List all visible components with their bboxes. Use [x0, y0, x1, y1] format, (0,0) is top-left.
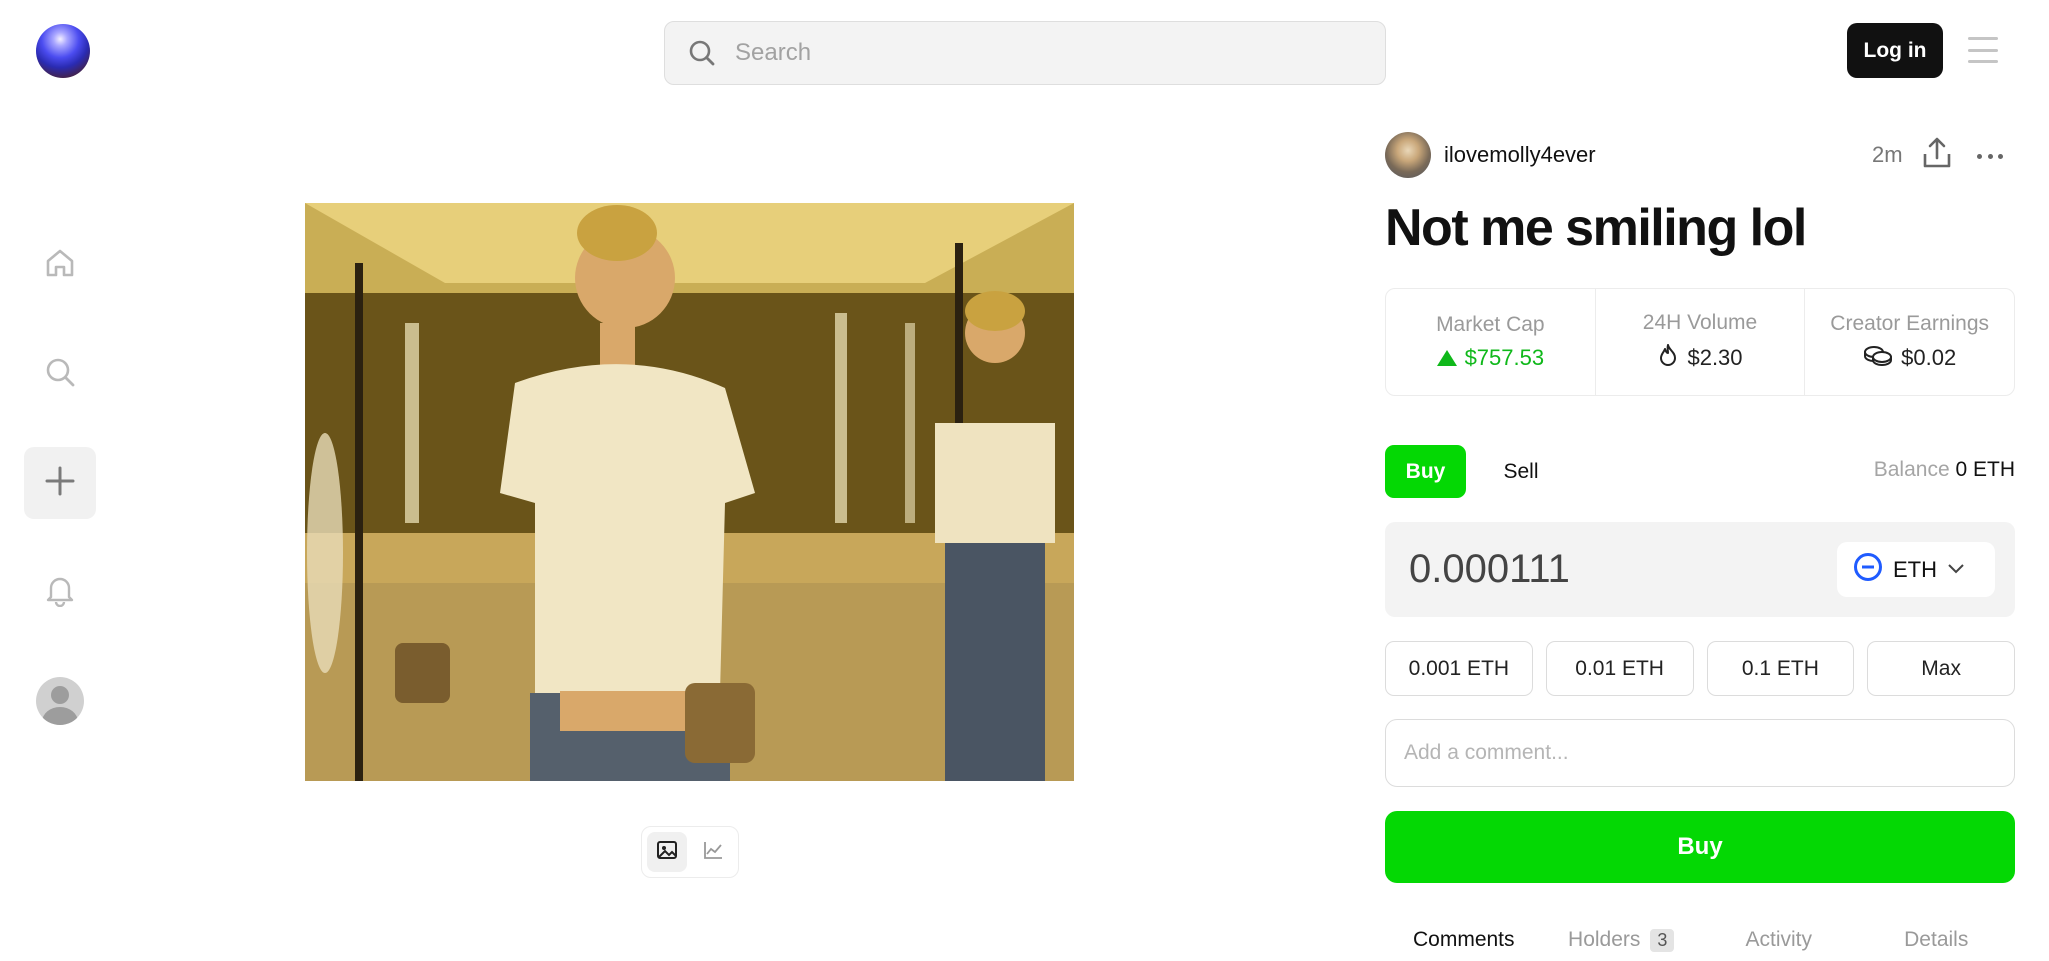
tab-label: Activity — [1745, 928, 1812, 951]
max-button[interactable]: Max — [1867, 641, 2015, 696]
token-select[interactable]: ETH — [1837, 542, 1995, 597]
more-options-icon[interactable] — [1973, 141, 2007, 171]
volume-value: $2.30 — [1687, 345, 1743, 370]
share-icon[interactable] — [1921, 136, 1953, 170]
tab-label: Details — [1904, 928, 1969, 951]
flame-icon — [1657, 343, 1679, 373]
creator-username[interactable]: ilovemolly4ever — [1444, 142, 1596, 168]
avatar — [36, 677, 84, 725]
amount-input[interactable] — [1409, 544, 1809, 594]
stat-label: Market Cap — [1436, 313, 1545, 336]
token-name: ETH — [1893, 556, 1937, 582]
triangle-up-icon — [1436, 350, 1457, 366]
comment-field — [1385, 719, 2015, 787]
tab-label: Holders — [1568, 928, 1641, 951]
stat-value: $0.02 — [1863, 344, 1956, 372]
tab-comments[interactable]: Comments — [1385, 922, 1543, 958]
eth-icon — [1853, 552, 1883, 587]
post-time: 2m — [1872, 142, 1903, 167]
stat-label: Creator Earnings — [1830, 312, 1990, 335]
app-logo[interactable] — [36, 24, 90, 78]
nav-profile[interactable] — [24, 665, 96, 737]
login-button[interactable]: Log in — [1847, 23, 1943, 78]
content-tabs: Comments Holders 3 Activity Details — [1385, 922, 2015, 958]
creator-avatar[interactable] — [1385, 132, 1431, 178]
plus-icon — [43, 464, 77, 503]
stat-value: $2.30 — [1657, 343, 1743, 373]
preset-button[interactable]: 0.1 ETH — [1706, 641, 1855, 696]
stat-label: 24H Volume — [1642, 311, 1758, 334]
balance: Balance 0 ETH — [1760, 458, 2015, 482]
view-toggle — [641, 826, 739, 878]
image-icon — [656, 839, 678, 866]
balance-label: Balance — [1873, 458, 1950, 481]
tab-details[interactable]: Details — [1858, 922, 2016, 958]
chart-view-button[interactable] — [693, 832, 733, 872]
tab-label: Comments — [1412, 928, 1515, 951]
comment-input[interactable] — [1404, 741, 2014, 765]
post-image — [305, 203, 1074, 781]
stat-market-cap: Market Cap $757.53 — [1386, 289, 1595, 395]
nav-search[interactable] — [24, 338, 96, 410]
post-title: Not me smiling lol — [1385, 199, 1807, 257]
bell-icon — [43, 573, 77, 612]
stat-creator-earnings: Creator Earnings $0.02 — [1804, 289, 2014, 395]
amount-box: ETH — [1385, 522, 2015, 617]
search-icon — [687, 38, 717, 68]
hamburger-menu-icon[interactable] — [1968, 37, 1998, 63]
nav-home[interactable] — [24, 229, 96, 301]
coins-icon — [1863, 344, 1893, 372]
buy-button[interactable]: Buy — [1385, 811, 2015, 883]
preset-button[interactable]: 0.001 ETH — [1385, 641, 1533, 696]
earnings-value: $0.02 — [1901, 345, 1957, 370]
preset-button[interactable]: 0.01 ETH — [1545, 641, 1694, 696]
home-icon — [43, 246, 77, 285]
tab-holders[interactable]: Holders 3 — [1543, 922, 1701, 958]
stat-24h-volume: 24H Volume $2.30 — [1594, 289, 1805, 395]
search-placeholder: Search — [735, 39, 812, 66]
balance-value: 0 ETH — [1955, 458, 2015, 481]
sell-tab[interactable]: Sell — [1486, 445, 1556, 498]
search-bar[interactable]: Search — [664, 21, 1386, 85]
image-view-button[interactable] — [647, 832, 687, 872]
stats-panel: Market Cap $757.53 24H Volume $2.30 Crea… — [1385, 288, 2015, 396]
chevron-down-icon — [1947, 561, 1965, 579]
market-cap-value: $757.53 — [1464, 345, 1545, 370]
buy-tab[interactable]: Buy — [1385, 445, 1466, 498]
preset-amounts: 0.001 ETH 0.01 ETH 0.1 ETH Max — [1385, 641, 2015, 696]
nav-notifications[interactable] — [24, 556, 96, 628]
stat-value: $757.53 — [1436, 345, 1545, 371]
tab-activity[interactable]: Activity — [1700, 922, 1858, 958]
search-icon — [43, 355, 77, 394]
nav-create[interactable] — [24, 447, 96, 519]
holders-count-badge: 3 — [1650, 928, 1675, 952]
line-chart-icon — [702, 839, 724, 866]
